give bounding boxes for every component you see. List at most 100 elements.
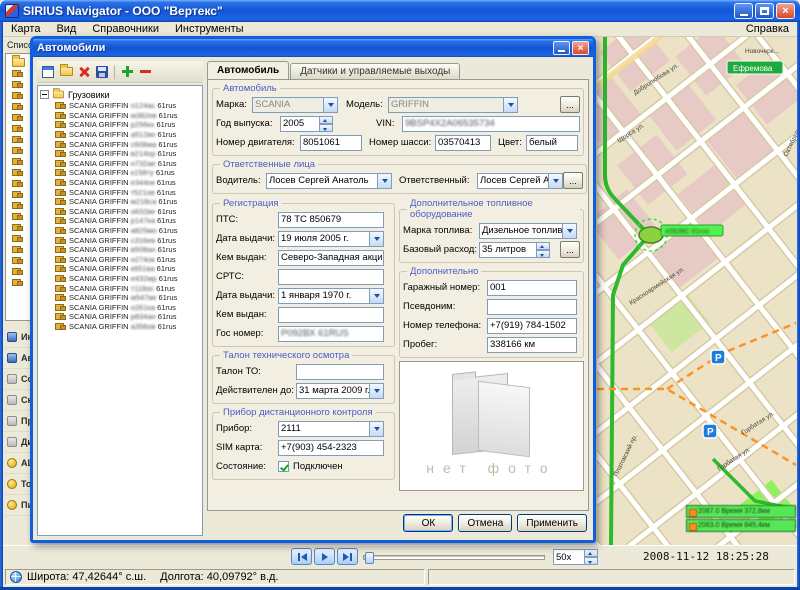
chevron-down-icon[interactable] — [370, 231, 384, 247]
menu-directories[interactable]: Справочники — [84, 23, 167, 35]
srts-input[interactable] — [278, 269, 384, 285]
driver-select[interactable]: Лосев Сергей Анатоль — [266, 173, 378, 189]
tree-item-vehicle[interactable]: SCANIA GRIFFIN о261ка 61rus — [55, 302, 201, 312]
chevron-down-icon[interactable] — [563, 223, 577, 239]
menu-help[interactable]: Справка — [738, 23, 797, 35]
spin-down-icon[interactable] — [585, 557, 598, 565]
spin-down-icon[interactable] — [320, 124, 333, 132]
model-input[interactable]: GRIFFIN — [388, 97, 504, 113]
connected-checkbox[interactable] — [278, 461, 289, 472]
plate-number-input[interactable]: Р092ВХ 61RUS — [278, 326, 384, 342]
spin-down-icon[interactable] — [537, 250, 550, 258]
garage-number-input[interactable]: 001 — [487, 280, 577, 296]
cancel-button[interactable]: Отмена — [458, 514, 512, 532]
delete-button[interactable] — [75, 63, 93, 81]
map-view[interactable]: х092ВС 61rus P P Новочерк... Ефремова До… — [597, 37, 797, 545]
spin-up-icon[interactable] — [320, 116, 333, 124]
inspection-ticket-input[interactable] — [296, 364, 384, 380]
engine-number-input[interactable]: 8051061 — [300, 135, 362, 151]
vehicle-marker[interactable] — [639, 227, 663, 243]
color-input[interactable]: белый — [526, 135, 578, 151]
minimize-button[interactable] — [734, 3, 753, 19]
step-forward-button[interactable] — [337, 548, 358, 565]
tree-item-vehicle[interactable]: SCANIA GRIFFIN с608ма 61rus — [55, 139, 201, 149]
tree-item-vehicle[interactable]: SCANIA GRIFFIN к651ва 61rus — [55, 264, 201, 274]
tree-item-vehicle[interactable]: SCANIA GRIFFIN м382ев 61rus — [55, 111, 201, 121]
tree-item-vehicle[interactable]: SCANIA GRIFFIN р256кх 61rus — [55, 120, 201, 130]
vehicle-tree[interactable]: Грузовики SCANIA GRIFFIN о124ас 61rusSCA… — [37, 85, 203, 536]
parking-marker-2[interactable]: P — [703, 424, 717, 438]
fuel-rate-stepper[interactable] — [537, 242, 550, 258]
tree-item-vehicle[interactable]: SCANIA GRIFFIN т118ос 61rus — [55, 283, 201, 293]
tree-item-vehicle[interactable]: SCANIA GRIFFIN а825мо 61rus — [55, 226, 201, 236]
fuel-more-button[interactable]: ... — [560, 241, 580, 258]
tree-item-vehicle[interactable]: SCANIA GRIFFIN т521ов 61rus — [55, 187, 201, 197]
responsible-select[interactable]: Лосев Сергей Анатоль — [477, 173, 549, 189]
chevron-down-icon[interactable] — [549, 173, 563, 189]
add-button[interactable] — [118, 63, 136, 81]
play-button[interactable] — [314, 548, 335, 565]
tree-item-vehicle[interactable]: SCANIA GRIFFIN р147ка 61rus — [55, 216, 201, 226]
pts-date-input[interactable]: 19 июля 2005 г. — [278, 231, 370, 247]
tree-item-vehicle[interactable]: SCANIA GRIFFIN а512во 61rus — [55, 130, 201, 140]
tree-root-trucks[interactable]: Грузовики — [39, 88, 201, 101]
chevron-down-icon[interactable] — [504, 97, 518, 113]
speed-select[interactable]: 50x — [553, 549, 598, 565]
alias-input[interactable] — [487, 299, 577, 315]
model-more-button[interactable]: ... — [560, 96, 580, 113]
tree-item-vehicle[interactable]: SCANIA GRIFFIN а356ов 61rus — [55, 322, 201, 332]
parking-marker-1[interactable]: P — [711, 350, 725, 364]
pts-input[interactable]: 78 ТС 850679 — [278, 212, 384, 228]
speed-stepper[interactable] — [585, 549, 598, 565]
tree-item-vehicle[interactable]: SCANIA GRIFFIN с316ев 61rus — [55, 235, 201, 245]
maximize-button[interactable] — [755, 3, 774, 19]
tree-item-vehicle[interactable]: SCANIA GRIFFIN о632ве 61rus — [55, 207, 201, 217]
srts-issuer-input[interactable] — [278, 307, 384, 323]
spin-up-icon[interactable] — [585, 549, 598, 557]
inspection-valid-input[interactable]: 31 марта 2009 г. — [296, 383, 370, 399]
menu-view[interactable]: Вид — [48, 23, 84, 35]
tree-item-vehicle[interactable]: SCANIA GRIFFIN к158ту 61rus — [55, 168, 201, 178]
new-record-button[interactable] — [39, 63, 57, 81]
tree-item-vehicle[interactable]: SCANIA GRIFFIN м547ве 61rus — [55, 293, 201, 303]
pts-issuer-input[interactable]: Северо-Западная акционал т — [278, 250, 384, 266]
add-group-button[interactable] — [57, 63, 75, 81]
fuel-rate-input[interactable]: 35 литров — [479, 242, 537, 258]
save-button[interactable] — [93, 63, 111, 81]
mileage-input[interactable]: 338166 км — [487, 337, 577, 353]
fuel-brand-select[interactable]: Дизельное топливо — [479, 223, 563, 239]
chevron-down-icon[interactable] — [370, 383, 384, 399]
close-button[interactable]: × — [776, 3, 795, 19]
tree-item-vehicle[interactable]: SCANIA GRIFFIN н732ае 61rus — [55, 159, 201, 169]
tree-item-vehicle[interactable]: SCANIA GRIFFIN в214ор 61rus — [55, 149, 201, 159]
timeline-slider[interactable] — [363, 555, 545, 560]
tree-item-vehicle[interactable]: SCANIA GRIFFIN в508ан 61rus — [55, 245, 201, 255]
chevron-down-icon[interactable] — [370, 421, 384, 437]
tree-item-vehicle[interactable]: SCANIA GRIFFIN м218са 61rus — [55, 197, 201, 207]
year-stepper[interactable] — [320, 116, 333, 132]
vin-input[interactable]: 9BSP4X2A06535734 — [402, 116, 580, 132]
phone-input[interactable]: +7(919) 784-1502 — [487, 318, 577, 334]
chassis-number-input[interactable]: 03570413 — [435, 135, 491, 151]
spin-up-icon[interactable] — [537, 242, 550, 250]
srts-date-input[interactable]: 1 января 1970 г. — [278, 288, 370, 304]
tab-sensors[interactable]: Датчики и управляемые выходы — [290, 63, 460, 79]
chevron-down-icon[interactable] — [378, 173, 392, 189]
menu-tools[interactable]: Инструменты — [167, 23, 252, 35]
collapse-icon[interactable] — [40, 90, 49, 99]
sim-input[interactable]: +7(903) 454-2323 — [278, 440, 384, 456]
tree-item-vehicle[interactable]: SCANIA GRIFFIN е432мр 61rus — [55, 274, 201, 284]
tree-item-vehicle[interactable]: SCANIA GRIFFIN н274ок 61rus — [55, 255, 201, 265]
slider-thumb[interactable] — [365, 552, 374, 564]
tree-item-vehicle[interactable]: SCANIA GRIFFIN р834ан 61rus — [55, 312, 201, 322]
persons-more-button[interactable]: ... — [563, 172, 583, 189]
ok-button[interactable]: ОК — [403, 514, 453, 532]
menu-map[interactable]: Карта — [3, 23, 48, 35]
chevron-down-icon[interactable] — [370, 288, 384, 304]
remove-button[interactable] — [136, 63, 154, 81]
speed-value[interactable]: 50x — [553, 549, 585, 565]
tab-vehicle[interactable]: Автомобиль — [207, 61, 289, 79]
dialog-minimize-button[interactable] — [553, 41, 570, 55]
marka-input[interactable]: SCANIA — [252, 97, 324, 113]
dialog-close-button[interactable]: × — [572, 41, 589, 55]
